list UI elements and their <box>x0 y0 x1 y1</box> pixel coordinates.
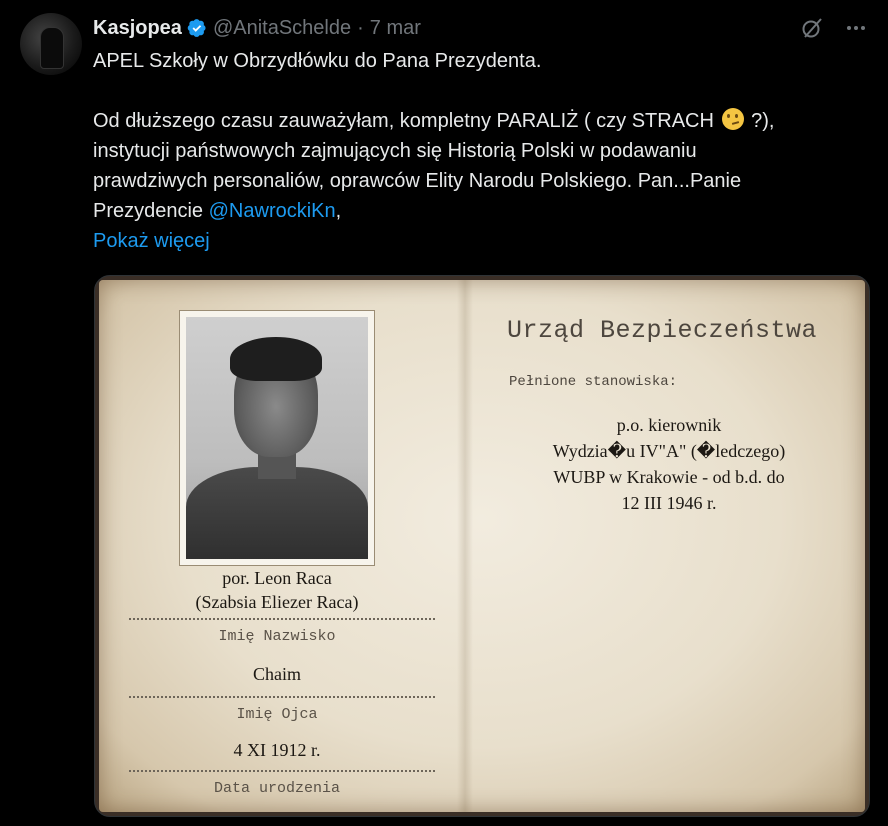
more-icon[interactable] <box>844 16 868 40</box>
display-name[interactable]: Kasjopea <box>93 17 182 40</box>
user-handle[interactable]: @AnitaSchelde <box>213 17 351 40</box>
tweet-blank <box>93 76 873 106</box>
tweet-fragment: , <box>335 200 342 222</box>
tweet-fragment: Od dłuższego czasu zauważyłam, kompletny… <box>93 110 720 132</box>
grok-icon[interactable] <box>800 16 824 40</box>
label-name: Imię Nazwisko <box>218 628 336 645</box>
verified-badge-icon <box>187 18 207 38</box>
tweet-line: APEL Szkoły w Obrzydłówku do Pana Prezyd… <box>93 50 542 72</box>
tweet-date[interactable]: 7 mar <box>370 17 421 40</box>
dotted-divider <box>129 696 435 698</box>
tweet-line: prawdziwych personaliów, oprawców Elity … <box>93 170 742 192</box>
dotted-divider <box>129 770 435 772</box>
birth-date-value: 4 XI 1912 r. <box>233 740 321 760</box>
position-line: Wydzia�u IV"A" (�ledczego) <box>552 441 786 461</box>
positions-label: Pełnione stanowiska: <box>509 374 678 390</box>
tweet-text: APEL Szkoły w Obrzydłówku do Pana Prezyd… <box>93 46 873 256</box>
tweet-line: Od dłuższego czasu zauważyłam, kompletny… <box>93 106 873 136</box>
tweet-line: Prezydencie @NawrockiKn, <box>93 196 873 226</box>
dotted-divider <box>129 618 435 620</box>
mention-link[interactable]: @NawrockiKn <box>209 200 336 222</box>
label-birth-date: Data urodzenia <box>213 780 341 797</box>
tweet-line: instytucji państwowych zajmujących się H… <box>93 140 697 162</box>
office-title: Urząd Bezpieczeństwa <box>507 316 818 345</box>
label-father: Imię Ojca <box>236 706 318 723</box>
avatar[interactable] <box>20 13 82 75</box>
person-birth-name: (Szabsia Eliezer Raca) <box>195 592 359 612</box>
separator-dot: · <box>357 16 364 39</box>
position-line: WUBP w Krakowie - od b.d. do <box>553 467 785 487</box>
portrait-photo <box>179 310 375 566</box>
tweet-media[interactable]: por. Leon Raca (Szabsia Eliezer Raca) Im… <box>94 275 870 817</box>
thinking-face-emoji <box>721 108 744 130</box>
father-name-value: Chaim <box>253 664 301 684</box>
document-fold <box>457 280 473 812</box>
tweet-fragment: ?), <box>745 110 775 132</box>
id-document-image: por. Leon Raca (Szabsia Eliezer Raca) Im… <box>99 280 865 812</box>
tweet-fragment: Prezydencie <box>93 200 209 222</box>
person-name: por. Leon Raca <box>222 568 332 588</box>
show-more-link[interactable]: Pokaż więcej <box>93 230 210 252</box>
position-line: p.o. kierownik <box>616 415 722 435</box>
position-line: 12 III 1946 r. <box>621 493 717 513</box>
tweet-header: Kasjopea @AnitaSchelde · 7 mar <box>93 14 868 42</box>
